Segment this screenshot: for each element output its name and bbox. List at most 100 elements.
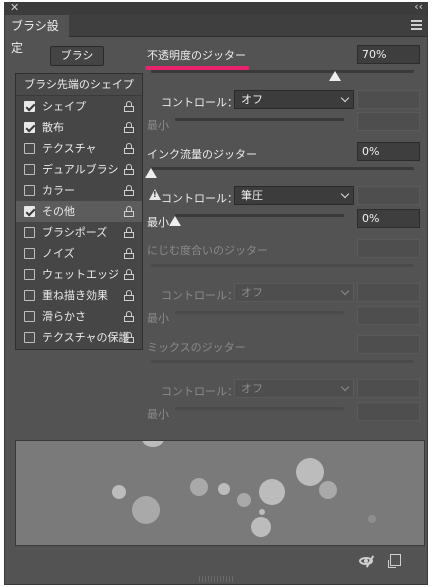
flow-control-value: 筆圧 <box>241 189 263 202</box>
flow-jitter-slider[interactable] <box>151 167 414 170</box>
list-item-label: 重ね描き効果 <box>42 289 108 302</box>
list-item[interactable]: ウェットエッジ <box>16 264 142 285</box>
checkbox[interactable] <box>24 311 35 322</box>
list-item[interactable]: 滑らかさ <box>16 306 142 327</box>
stroke-preview <box>15 440 425 546</box>
preview-dot <box>368 515 376 523</box>
checkbox[interactable] <box>24 101 35 112</box>
mix-jitter-label: ミックスのジッター <box>147 341 246 354</box>
new-preset-icon[interactable] <box>388 554 401 568</box>
checkbox[interactable] <box>24 143 35 154</box>
lock-icon[interactable] <box>124 122 134 133</box>
wet-min-slider <box>175 311 344 314</box>
flow-jitter-slider-thumb[interactable] <box>145 168 157 178</box>
flow-min-slider[interactable] <box>175 214 344 217</box>
list-item[interactable]: テクスチャの保護 <box>16 327 142 348</box>
list-item-label: 滑らかさ <box>42 310 86 323</box>
mix-min-field <box>357 402 420 421</box>
opacity-jitter-slider[interactable] <box>151 70 414 73</box>
opacity-control-field <box>357 90 420 109</box>
list-item[interactable]: ノイズ <box>16 243 142 264</box>
opacity-jitter-slider-thumb[interactable] <box>329 71 342 81</box>
chevron-down-icon <box>340 382 350 392</box>
mix-jitter-field <box>357 335 420 354</box>
preview-dot <box>132 496 160 524</box>
list-item-label: ブラシポーズ <box>42 226 108 239</box>
opacity-min-field <box>357 112 420 131</box>
checkbox[interactable] <box>24 332 35 343</box>
wet-min-label: 最小 <box>147 312 169 325</box>
close-icon[interactable]: ✕ <box>10 1 19 14</box>
opacity-control-label: コントロール： <box>161 96 238 109</box>
preview-dot <box>190 478 208 496</box>
double-chevron-icon[interactable]: ‹‹ <box>414 0 423 13</box>
eye-slash-icon[interactable] <box>359 555 375 568</box>
mix-control-dropdown: オフ <box>234 379 354 398</box>
opacity-control-dropdown[interactable]: オフ <box>234 90 354 109</box>
lock-icon[interactable] <box>124 269 134 280</box>
lock-icon[interactable] <box>124 206 134 217</box>
list-item[interactable]: その他 <box>16 201 142 222</box>
tab-brush-settings[interactable]: ブラシ設定 <box>5 15 69 55</box>
chevron-down-icon <box>340 286 350 296</box>
list-item[interactable]: シェイプ <box>16 96 142 117</box>
checkbox[interactable] <box>24 164 35 175</box>
flow-min-field[interactable]: 0% <box>357 209 420 228</box>
lock-icon[interactable] <box>124 311 134 322</box>
lock-icon[interactable] <box>124 185 134 196</box>
checkbox[interactable] <box>24 122 35 133</box>
list-item-brush-tip-shape[interactable]: ブラシ先端のシェイプ <box>16 74 142 96</box>
lock-icon[interactable] <box>124 101 134 112</box>
preview-dot <box>259 479 285 505</box>
list-item[interactable]: 散布 <box>16 117 142 138</box>
resize-grip[interactable] <box>199 576 233 582</box>
lock-icon[interactable] <box>124 227 134 238</box>
checkbox[interactable] <box>24 206 35 217</box>
mix-control-value: オフ <box>241 382 263 395</box>
checkbox[interactable] <box>24 269 35 280</box>
flow-min-slider-thumb[interactable] <box>169 216 181 226</box>
list-item-label: 散布 <box>42 121 64 134</box>
mix-min-slider <box>175 407 344 410</box>
panel-tabbar: ブラシ設定 <box>5 15 427 55</box>
opacity-control-value: オフ <box>241 93 263 106</box>
wet-control-label: コントロール： <box>161 289 238 302</box>
wet-jitter-field <box>357 239 420 258</box>
lock-icon[interactable] <box>124 290 134 301</box>
list-item[interactable]: ブラシポーズ <box>16 222 142 243</box>
flow-control-label: コントロール： <box>161 192 238 205</box>
mix-min-label: 最小 <box>147 408 169 421</box>
list-item[interactable]: デュアルブラシ <box>16 159 142 180</box>
lock-icon[interactable] <box>124 164 134 175</box>
checkbox[interactable] <box>24 290 35 301</box>
checkbox[interactable] <box>24 185 35 196</box>
list-item[interactable]: カラー <box>16 180 142 201</box>
flow-control-dropdown[interactable]: 筆圧 <box>234 186 354 205</box>
panel-menu-icon[interactable] <box>411 20 422 30</box>
lock-icon[interactable] <box>124 332 134 343</box>
flow-min-label: 最小 <box>147 216 169 229</box>
preview-dot <box>142 441 164 447</box>
warning-icon <box>149 189 161 200</box>
lock-icon[interactable] <box>124 143 134 154</box>
wet-control-dropdown: オフ <box>234 283 354 302</box>
opacity-jitter-label: 不透明度のジッター <box>147 49 246 62</box>
flow-jitter-label: インク流量のジッター <box>147 148 257 161</box>
opacity-jitter-field[interactable]: 70% <box>357 45 420 64</box>
lock-icon[interactable] <box>124 248 134 259</box>
list-item-label: デュアルブラシ <box>42 163 119 176</box>
list-item-label: ウェットエッジ <box>42 268 119 281</box>
preview-dot <box>218 483 230 495</box>
list-item[interactable]: テクスチャ <box>16 138 142 159</box>
brush-button[interactable]: ブラシ <box>50 46 104 66</box>
mix-control-label: コントロール： <box>161 385 238 398</box>
preview-dot <box>319 481 337 499</box>
wet-control-field <box>357 283 420 302</box>
opacity-min-slider <box>175 118 344 121</box>
wet-jitter-label: にじむ度合いのジッター <box>147 244 268 257</box>
flow-control-field <box>357 186 420 205</box>
checkbox[interactable] <box>24 227 35 238</box>
list-item[interactable]: 重ね描き効果 <box>16 285 142 306</box>
checkbox[interactable] <box>24 248 35 259</box>
flow-jitter-field[interactable]: 0% <box>357 142 420 161</box>
